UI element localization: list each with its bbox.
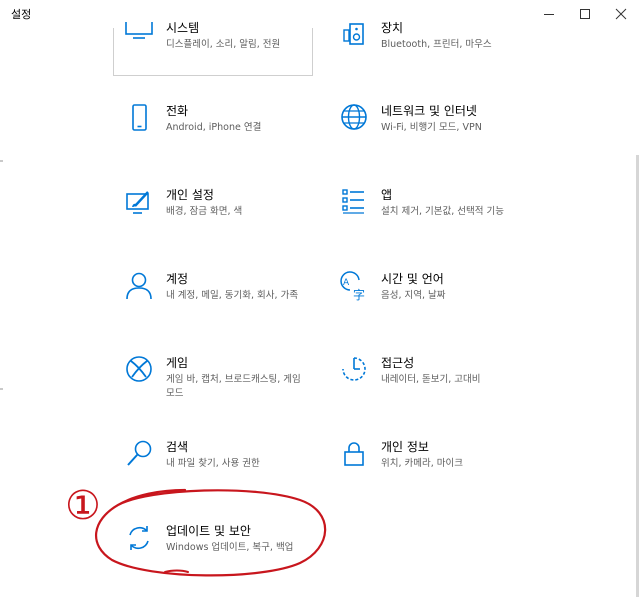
- tile-description: 설치 제거, 기본값, 선택적 기능: [381, 206, 504, 217]
- svg-text:字: 字: [353, 287, 365, 301]
- tile-description: 위치, 카메라, 마이크: [381, 458, 463, 469]
- close-icon: [615, 8, 627, 20]
- tile-description: Wi-Fi, 비행기 모드, VPN: [381, 122, 482, 133]
- tile-label: 시스템: [166, 21, 200, 35]
- tile-gaming[interactable]: 게임 게임 바, 캡처, 브로드캐스팅, 게임 모드: [116, 355, 312, 425]
- maximize-button[interactable]: [567, 0, 603, 28]
- tile-time-language[interactable]: A 字 시간 및 언어 음성, 지역, 날짜: [331, 271, 527, 341]
- apps-list-icon: [342, 189, 364, 214]
- title-bar: 설정: [0, 0, 640, 28]
- tile-label: 접근성: [381, 356, 415, 370]
- tile-label: 전화: [166, 104, 189, 118]
- tile-label: 네트워크 및 인터넷: [381, 104, 477, 118]
- close-button[interactable]: [603, 0, 639, 28]
- tile-devices[interactable]: 장치 Bluetooth, 프린터, 마우스: [331, 21, 527, 92]
- tile-label: 장치: [381, 21, 404, 35]
- xbox-icon: [126, 356, 152, 382]
- maximize-icon: [580, 9, 590, 19]
- tile-update-security[interactable]: 업데이트 및 보안 Windows 업데이트, 복구, 백업: [116, 523, 312, 593]
- update-icon: [129, 526, 149, 550]
- window-edge-mark: [0, 160, 3, 162]
- tile-label: 개인 정보: [381, 440, 429, 454]
- tile-description: 내레이터, 돋보기, 고대비: [381, 374, 481, 385]
- tile-network[interactable]: 네트워크 및 인터넷 Wi-Fi, 비행기 모드, VPN: [331, 103, 527, 173]
- annotation-overlay: ①: [65, 483, 327, 577]
- tile-privacy[interactable]: 개인 정보 위치, 카메라, 마이크: [331, 439, 527, 509]
- tile-accessibility[interactable]: 접근성 내레이터, 돋보기, 고대비: [331, 355, 527, 425]
- tile-label: 앱: [381, 188, 393, 202]
- tile-search[interactable]: 검색 내 파일 찾기, 사용 권한: [116, 439, 312, 509]
- time-language-icon: A 字: [340, 271, 365, 301]
- tile-description: Bluetooth, 프린터, 마우스: [381, 39, 492, 50]
- tile-description: Android, iPhone 연결: [166, 122, 262, 133]
- tile-label: 게임: [166, 356, 189, 370]
- tile-description: 게임 바, 캡처, 브로드캐스팅, 게임 모드: [166, 374, 301, 399]
- tile-accounts[interactable]: 계정 내 계정, 메일, 동기화, 회사, 가족: [116, 271, 312, 341]
- tile-label: 업데이트 및 보안: [166, 524, 251, 538]
- lock-icon: [344, 442, 364, 466]
- tile-label: 계정: [166, 272, 189, 286]
- minimize-icon: [544, 14, 554, 15]
- accessibility-icon: [342, 357, 366, 381]
- tile-personalization[interactable]: 개인 설정 배경, 잠금 화면, 색: [116, 187, 312, 257]
- tile-description: 내 파일 찾기, 사용 권한: [166, 458, 260, 469]
- window-edge-mark: [0, 388, 3, 390]
- tile-description: 배경, 잠금 화면, 색: [166, 206, 243, 217]
- search-icon: [127, 440, 152, 466]
- tile-apps[interactable]: 앱 설치 제거, 기본값, 선택적 기능: [331, 187, 527, 257]
- minimize-button[interactable]: [531, 0, 567, 28]
- tile-phone[interactable]: 전화 Android, iPhone 연결: [116, 103, 312, 173]
- tile-label: 개인 설정: [166, 188, 214, 202]
- tile-description: 음성, 지역, 날짜: [381, 290, 446, 301]
- tile-label: 시간 및 언어: [381, 272, 444, 286]
- globe-icon: [341, 104, 367, 130]
- phone-icon: [132, 104, 147, 131]
- app-title: 설정: [11, 8, 32, 21]
- annotation-marker: ①: [65, 483, 101, 529]
- scrollbar[interactable]: [636, 155, 639, 597]
- tile-label: 검색: [166, 440, 189, 454]
- monitor-icon: [125, 22, 153, 39]
- devices-icon: [343, 23, 364, 45]
- paint-icon: [126, 191, 149, 214]
- person-icon: [126, 272, 152, 300]
- tile-description: 내 계정, 메일, 동기화, 회사, 가족: [166, 290, 299, 301]
- svg-text:A: A: [343, 278, 350, 288]
- tile-description: Windows 업데이트, 복구, 백업: [166, 542, 294, 553]
- tile-description: 디스플레이, 소리, 알림, 전원: [166, 39, 281, 50]
- tile-system[interactable]: 시스템 디스플레이, 소리, 알림, 전원: [116, 21, 312, 92]
